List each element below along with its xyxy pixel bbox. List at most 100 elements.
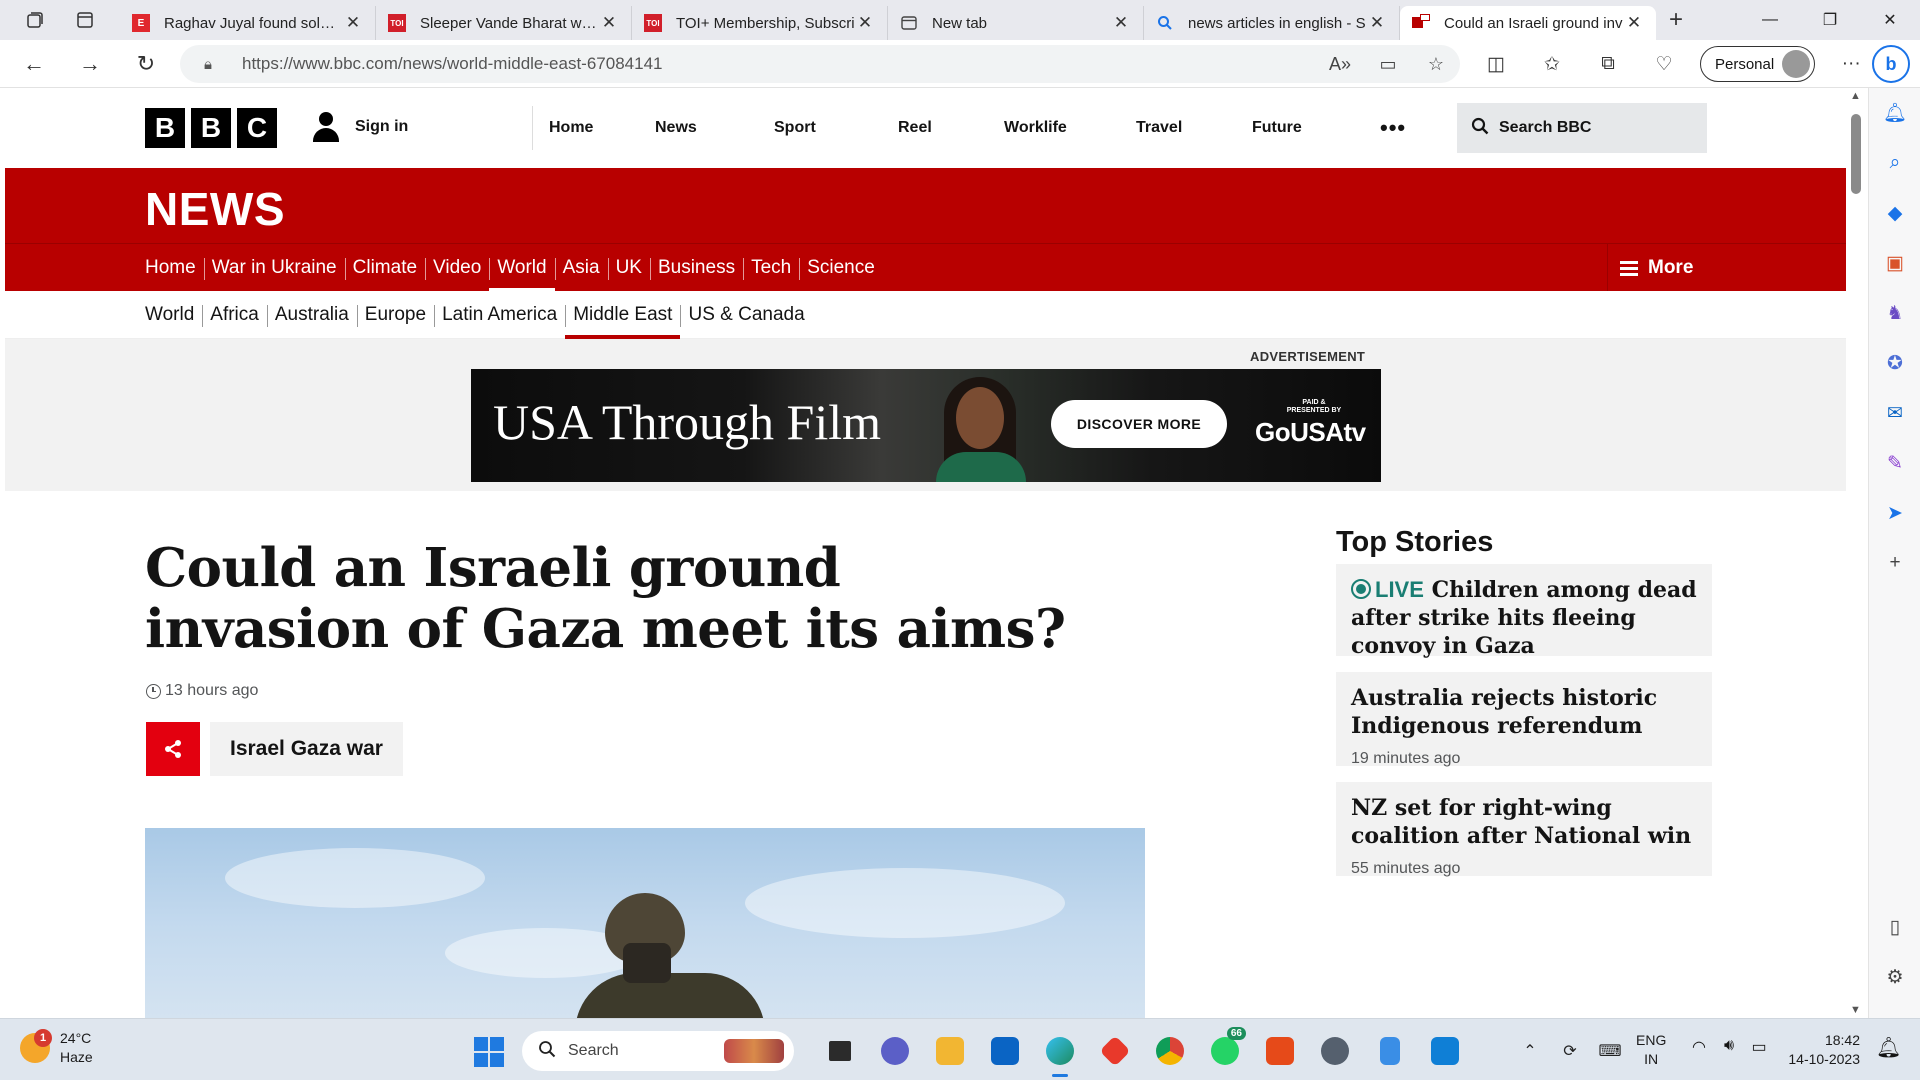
sidebar-settings-icon[interactable]: ⚙ [1869,952,1920,1002]
share-button[interactable] [146,722,200,776]
top-story-card[interactable]: Australia rejects historic Indigenous re… [1336,672,1712,767]
favorite-star-icon[interactable]: ☆ [1412,54,1460,75]
top-story-headline[interactable]: NZ set for right-wing coalition after Na… [1351,794,1697,850]
read-aloud-icon[interactable]: A» [1316,54,1364,75]
system-status-icons[interactable]: ◠ 🔊︎ ▭ [1684,1037,1774,1057]
outlook-icon[interactable]: ✉ [1869,388,1920,438]
sub-nav-world[interactable]: World [145,291,202,339]
top-nav-travel[interactable]: Travel [1120,106,1236,150]
file-explorer-icon[interactable] [922,1031,977,1071]
section-nav-world[interactable]: World [489,244,555,292]
start-button-windows-icon[interactable] [474,1037,504,1067]
news-logo[interactable]: NEWS [145,182,285,236]
refresh-icon[interactable]: ↻ [118,44,174,84]
close-window-icon[interactable]: ✕ [1860,0,1920,40]
restore-icon[interactable]: ❐ [1800,0,1860,40]
forward-arrow-icon[interactable]: → [62,44,118,84]
collections-icon[interactable]: ⧉ [1580,53,1636,75]
top-story-card[interactable]: NZ set for right-wing coalition after Na… [1336,782,1712,877]
chrome-icon[interactable] [1142,1031,1197,1071]
close-tab-icon[interactable]: ✕ [343,13,363,33]
taskbar-clock[interactable]: 18:42 14-10-2023 [1784,1031,1860,1069]
top-story-card[interactable]: LIVE Children among dead after strike hi… [1336,564,1712,659]
top-story-headline[interactable]: Australia rejects historic Indigenous re… [1351,684,1697,740]
browser-tab[interactable]: TOI Sleeper Vande Bharat will c ✕ [376,6,632,40]
immersive-reader-icon[interactable]: ▭ [1364,54,1412,75]
whatsapp-icon[interactable]: 66 [1197,1027,1252,1071]
section-nav-uk[interactable]: UK [607,244,650,292]
page-scrollbar[interactable]: ▲ ▼ [1846,88,1868,1018]
edge-browser-icon[interactable] [1032,1031,1087,1077]
sub-nav-latin-america[interactable]: Latin America [434,291,565,339]
ad-discover-more-button[interactable]: DISCOVER MORE [1051,400,1227,448]
lock-icon[interactable]: 🔒︎ [204,56,226,73]
notifications-bell-icon[interactable]: 🔔︎ [1869,88,1920,138]
notification-bell-icon[interactable]: 🔔︎ [1876,1035,1901,1060]
top-nav-sport[interactable]: Sport [758,106,882,150]
close-tab-icon[interactable]: ✕ [599,13,619,33]
top-nav-worklife[interactable]: Worklife [988,106,1120,150]
bbc-logo[interactable]: BBC [145,108,277,148]
scrollbar-thumb[interactable] [1851,114,1861,194]
split-screen-icon[interactable]: ◫ [1468,53,1524,76]
section-nav-climate[interactable]: Climate [344,244,425,292]
sidebar-search-icon[interactable]: ⌕ [1869,138,1920,188]
section-nav-video[interactable]: Video [425,244,489,292]
browser-tab[interactable]: E Raghav Juyal found solace ✕ [120,6,376,40]
profile-button[interactable]: Personal [1700,46,1816,82]
notepad-icon[interactable] [1362,1031,1417,1071]
more-nav-dots-icon[interactable]: ••• [1364,106,1420,150]
browser-tab-active[interactable]: Could an Israeli ground inv ✕ [1400,6,1656,40]
microsoft-365-icon[interactable]: ✪ [1869,338,1920,388]
add-sidebar-app-icon[interactable]: + [1869,538,1920,588]
search-bbc-input[interactable]: Search BBC [1457,103,1707,153]
topic-tag-link[interactable]: Israel Gaza war [210,722,403,776]
shopping-tag-icon[interactable]: ◆ [1869,188,1920,238]
top-story-headline[interactable]: LIVE Children among dead after strike hi… [1351,576,1697,660]
favorites-icon[interactable]: ✩ [1524,53,1580,76]
section-nav-war-in-ukraine[interactable]: War in Ukraine [203,244,345,292]
weather-widget[interactable]: 1 24°C Haze [20,1029,93,1067]
sub-nav-us-canada[interactable]: US & Canada [680,291,812,339]
top-nav-home[interactable]: Home [533,106,639,150]
top-nav-news[interactable]: News [639,106,758,150]
sign-in-link[interactable]: Sign in [313,112,408,142]
vertical-tabs-icon[interactable] [70,5,100,35]
address-bar[interactable]: 🔒︎ https://www.bbc.com/news/world-middle… [180,45,1460,83]
section-nav-science[interactable]: Science [799,244,883,292]
section-nav-tech[interactable]: Tech [743,244,799,292]
top-nav-future[interactable]: Future [1236,106,1364,150]
close-tab-icon[interactable]: ✕ [1624,13,1644,33]
section-nav-business[interactable]: Business [649,244,743,292]
language-indicator[interactable]: ENG IN [1636,1031,1666,1069]
mail-icon[interactable] [977,1031,1032,1071]
vscode-icon[interactable] [1417,1031,1472,1071]
anydesk-icon[interactable] [1087,1031,1142,1071]
close-tab-icon[interactable]: ✕ [855,13,875,33]
top-nav-reel[interactable]: Reel [882,106,988,150]
task-view-icon[interactable] [812,1031,867,1071]
browser-tab[interactable]: TOI TOI+ Membership, Subscri ✕ [632,6,888,40]
scroll-up-arrow-icon[interactable]: ▲ [1850,90,1861,102]
settings-gear-icon[interactable] [1307,1031,1362,1071]
more-menu-button[interactable]: More [1607,244,1693,292]
sub-nav-africa[interactable]: Africa [202,291,267,339]
keyboard-icon[interactable]: ⌨ [1590,1041,1630,1061]
browser-tab[interactable]: New tab ✕ [888,6,1144,40]
office-icon[interactable] [1252,1031,1307,1071]
show-hidden-icons-chevron-icon[interactable]: ⌃ [1510,1041,1550,1061]
sub-nav-middle-east[interactable]: Middle East [565,291,681,339]
minimize-icon[interactable]: — [1740,0,1800,40]
new-tab-button[interactable]: + [1656,6,1696,34]
back-arrow-icon[interactable]: ← [6,44,62,84]
browser-essentials-icon[interactable]: ♡ [1636,53,1692,76]
browser-tab[interactable]: news articles in english - S ✕ [1144,6,1400,40]
workspaces-icon[interactable] [20,5,50,35]
copilot-bing-icon[interactable]: b [1872,45,1910,83]
taskbar-search-box[interactable]: Search [522,1031,794,1071]
teams-chat-icon[interactable] [867,1031,922,1071]
games-chess-icon[interactable]: ♞ [1869,288,1920,338]
close-tab-icon[interactable]: ✕ [1111,13,1131,33]
hide-sidebar-icon[interactable]: ▯ [1869,902,1920,952]
tools-briefcase-icon[interactable]: ▣ [1869,238,1920,288]
